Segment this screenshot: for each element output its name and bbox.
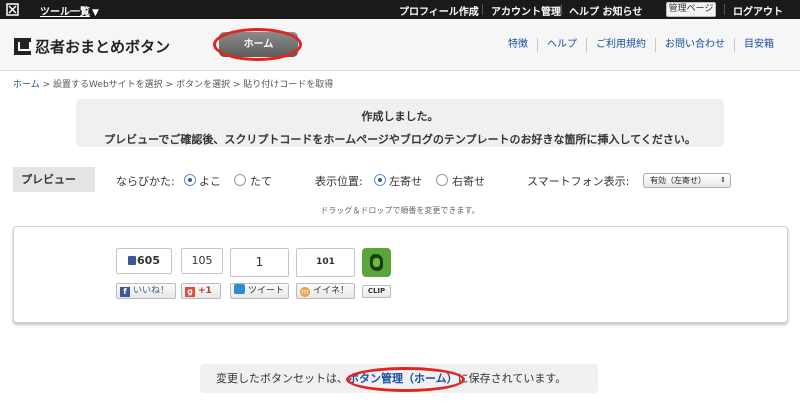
smartphone-label: スマートフォン表示: <box>527 175 630 188</box>
evernote-elephant-icon <box>370 254 383 271</box>
position-left-label[interactable]: 左寄せ <box>389 173 422 189</box>
save-notice-prefix: 変更したボタンセットは、 <box>216 372 348 385</box>
tweet-count: 1 <box>230 248 289 277</box>
google-plus-button[interactable]: g +1 <box>181 283 221 299</box>
drag-hint: ドラッグ＆ドロップで順番を変更できます。 <box>320 206 480 215</box>
ninja-logo-icon[interactable] <box>6 3 19 16</box>
nav-profile[interactable]: プロフィール作成 <box>399 3 479 18</box>
tool-list-menu[interactable]: ツール一覧 ▼ <box>40 3 99 18</box>
layout-vertical-label[interactable]: たて <box>250 173 272 189</box>
brand-logo[interactable]: 忍者おまとめボタン <box>14 36 170 57</box>
nav-divider <box>561 4 562 15</box>
nav-contact[interactable]: お問い合わせ <box>655 38 734 52</box>
notice-message: プレビューでご確認後、スクリプトコードをホームページやブログのテンプレートのお好… <box>104 133 696 146</box>
twitter-bird-icon <box>234 284 245 294</box>
position-right-label[interactable]: 右寄せ <box>452 173 485 189</box>
nav-suggestion-box[interactable]: 目安箱 <box>734 38 783 52</box>
nav-terms[interactable]: ご利用規約 <box>586 38 655 52</box>
breadcrumb-separator: > <box>232 80 241 90</box>
nav-divider <box>724 4 725 15</box>
breadcrumb-separator: > <box>165 80 174 90</box>
position-label: 表示位置: <box>315 175 363 188</box>
mixi-iine-label: イイネ！ <box>313 286 350 296</box>
facebook-count-value: 605 <box>137 254 160 267</box>
header-nav: 特徴 ヘルプ ご利用規約 お問い合わせ 目安箱 <box>496 35 783 55</box>
breadcrumb-separator: > <box>42 80 51 90</box>
smartphone-display-value: 有効（左寄せ） <box>650 176 706 185</box>
smartphone-display-select[interactable]: 有効（左寄せ） ⇕ <box>643 173 731 188</box>
breadcrumb-home[interactable]: ホーム <box>13 80 40 90</box>
mixi-iine-button[interactable]: m イイネ！ <box>296 283 355 299</box>
google-plus-label: +1 <box>198 286 212 296</box>
evernote-clip-label[interactable]: CLIP <box>362 285 391 298</box>
breadcrumb-item: 設置するWebサイトを選択 <box>53 80 163 90</box>
position-left-radio[interactable] <box>374 174 386 186</box>
nav-account[interactable]: アカウント管理 <box>491 3 561 18</box>
tweet-label: ツイート <box>248 286 285 296</box>
mixi-icon: m <box>300 287 310 297</box>
google-plus-count: 105 <box>181 248 223 274</box>
select-arrows-icon: ⇕ <box>720 176 726 184</box>
layout-horizontal-radio[interactable] <box>184 174 196 186</box>
thumbs-up-icon <box>128 256 137 265</box>
site-header: 忍者おまとめボタン ホーム 特徴 ヘルプ ご利用規約 お問い合わせ 目安箱 <box>0 19 800 71</box>
logout-link[interactable]: ログアウト <box>733 3 783 18</box>
home-button[interactable]: ホーム <box>219 32 298 57</box>
mixi-count: 101 <box>296 248 355 277</box>
brand-name: 忍者おまとめボタン <box>35 38 171 56</box>
top-bar: ツール一覧 ▼ プロフィール作成 アカウント管理 ヘルプ お知らせ 管理ページ ロ… <box>0 0 800 19</box>
admin-page-button[interactable]: 管理ページ <box>666 2 716 17</box>
notice-title: 作成しました。 <box>361 110 439 123</box>
layout-horizontal-label[interactable]: よこ <box>199 173 221 189</box>
success-notice: 作成しました。 プレビューでご確認後、スクリプトコードをホームページやブログのテ… <box>76 99 724 147</box>
button-preview-area <box>13 226 788 323</box>
brand-icon <box>14 38 31 55</box>
save-location-notice: 変更したボタンセットは、ボタン管理（ホーム）に保存されています。 <box>200 364 598 393</box>
nav-help-news[interactable]: ヘルプ お知らせ <box>569 3 642 18</box>
position-right-radio[interactable] <box>436 174 448 186</box>
facebook-like-button[interactable]: f いいね！ <box>116 283 176 299</box>
nav-divider <box>482 4 483 15</box>
facebook-like-count: 605 <box>116 248 172 274</box>
dropdown-triangle-icon: ▼ <box>92 8 99 18</box>
nav-features[interactable]: 特徴 <box>496 38 537 52</box>
breadcrumb-current: 貼り付けコードを取得 <box>243 80 334 90</box>
evernote-clip-button[interactable] <box>362 248 391 277</box>
button-manage-home-link[interactable]: ボタン管理（ホーム） <box>348 372 458 385</box>
preview-heading: プレビュー <box>13 167 95 192</box>
google-icon: g <box>185 287 195 297</box>
save-notice-suffix: に保存されています。 <box>457 372 567 385</box>
layout-label: ならびかた: <box>116 175 175 188</box>
breadcrumb-item: ボタンを選択 <box>175 80 230 90</box>
layout-vertical-radio[interactable] <box>234 174 246 186</box>
facebook-like-label: いいね！ <box>133 286 170 296</box>
breadcrumb: ホーム > 設置するWebサイトを選択 > ボタンを選択 > 貼り付けコードを取… <box>13 77 333 90</box>
tweet-button[interactable]: ツイート <box>230 283 289 299</box>
nav-help[interactable]: ヘルプ <box>537 38 586 52</box>
facebook-icon: f <box>120 287 130 297</box>
